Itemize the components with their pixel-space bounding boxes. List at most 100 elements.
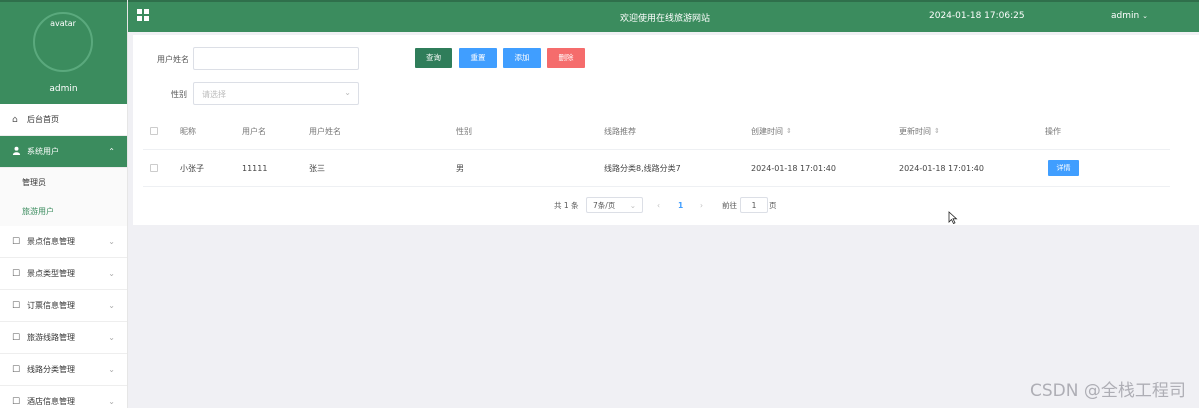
column-header-label: 更新时间 [899,126,931,136]
doc-icon: ☐ [12,236,21,247]
select-all-checkbox[interactable] [150,127,158,135]
sidebar-item-label: 景点类型管理 [27,269,75,278]
cell-fullname: 张三 [309,163,325,173]
sidebar-item-system-users[interactable]: 系统用户 ⌃ [0,136,127,168]
user-dropdown-label: admin [1111,11,1140,21]
gender-filter-label: 性别 [171,90,187,99]
sidebar-item-home[interactable]: ⌂ 后台首页 [0,104,127,136]
chevron-down-icon: ⌄ [108,333,115,342]
sidebar-subitem-travel-users[interactable]: 旅游用户 [0,197,127,226]
column-header-label: 创建时间 [751,126,783,136]
doc-icon: ☐ [12,268,21,279]
column-header-fullname: 用户姓名 [309,126,341,136]
sort-icon[interactable]: ⇕ [786,127,792,135]
sidebar-item-label: 景点信息管理 [27,237,75,246]
avatar[interactable]: avatar [33,12,93,72]
sidebar-item-label: 旅游线路管理 [27,333,75,342]
chevron-down-icon: ⌄ [108,269,115,278]
menu-grid-icon[interactable] [137,9,149,21]
cell-nickname: 小张子 [180,163,204,173]
user-icon [12,146,24,158]
gender-select-placeholder: 请选择 [202,90,226,99]
cell-created: 2024-01-18 17:01:40 [751,163,836,173]
sidebar-subitem-admins[interactable]: 管理员 [0,168,127,197]
page-size-select[interactable]: 7条/页 ⌄ [586,197,643,213]
table-row: 小张子 11111 张三 男 线路分类8,线路分类7 2024-01-18 17… [143,150,1170,187]
sidebar-item-hotel-info[interactable]: ☐ 酒店信息管理 ⌄ [0,386,127,408]
column-header-route: 线路推荐 [604,126,636,136]
cell-updated: 2024-01-18 17:01:40 [899,163,984,173]
sidebar-item-route-category[interactable]: ☐ 线路分类管理 ⌄ [0,354,127,386]
chevron-down-icon: ⌄ [629,200,636,210]
page-unit-label: 页 [769,200,777,210]
column-header-updated[interactable]: 更新时间 ⇕ [899,113,940,149]
doc-icon: ☐ [12,300,21,311]
column-header-created[interactable]: 创建时间 ⇕ [751,113,792,149]
row-select-cell [150,150,158,186]
cell-username: 11111 [242,163,268,173]
chevron-down-icon: ⌄ [344,88,351,97]
row-checkbox[interactable] [150,164,158,172]
avatar-alt-text: avatar [50,19,76,28]
top-bar: 欢迎使用在线旅游网站 2024-01-18 17:06:25 admin ⌄ [128,0,1199,32]
table-header-row: 昵称 用户名 用户姓名 性别 线路推荐 创建时间 ⇕ 更新时间 ⇕ 操作 [143,113,1170,150]
current-datetime: 2024-01-18 17:06:25 [929,11,1025,21]
goto-page-input[interactable]: 1 [740,197,768,213]
column-header-actions: 操作 [1045,126,1061,136]
add-button[interactable]: 添加 [503,48,541,68]
sidebar-item-ticket-info[interactable]: ☐ 订票信息管理 ⌄ [0,290,127,322]
sidebar-header: avatar admin [0,0,127,104]
column-header-username: 用户名 [242,126,266,136]
chevron-down-icon: ⌄ [108,301,115,310]
gender-select[interactable]: 请选择 ⌄ [193,82,359,105]
reset-button[interactable]: 重置 [459,48,497,68]
mouse-cursor-icon [948,211,958,224]
column-header-gender: 性别 [456,126,472,136]
sidebar: avatar admin ⌂ 后台首页 系统用户 ⌃ 管理员 旅游用户 ☐ 景点… [0,0,128,408]
page-number[interactable]: 1 [678,197,683,213]
prev-page-icon[interactable]: ‹ [657,197,660,213]
cell-gender: 男 [456,163,464,173]
sidebar-item-label: 酒店信息管理 [27,397,75,406]
sidebar-subitem-label: 旅游用户 [22,207,54,216]
sidebar-item-travel-routes[interactable]: ☐ 旅游线路管理 ⌄ [0,322,127,354]
sort-icon[interactable]: ⇕ [934,127,940,135]
user-dropdown[interactable]: admin ⌄ [1111,11,1148,21]
cell-route: 线路分类8,线路分类7 [604,163,681,173]
doc-icon: ☐ [12,396,21,407]
chevron-down-icon: ⌄ [108,397,115,406]
home-icon: ⌂ [12,114,18,125]
search-button[interactable]: 查询 [415,48,452,68]
sidebar-item-scenic-info[interactable]: ☐ 景点信息管理 ⌄ [0,226,127,258]
delete-button[interactable]: 删除 [547,48,585,68]
chevron-down-icon: ⌄ [108,365,115,374]
sidebar-item-scenic-type[interactable]: ☐ 景点类型管理 ⌄ [0,258,127,290]
chevron-down-icon: ⌄ [1142,12,1148,20]
site-title: 欢迎使用在线旅游网站 [620,14,711,24]
pagination: 共 1 条 7条/页 ⌄ ‹ 1 › 前往 1 页 [133,197,1199,213]
cell-actions: 详情 [1048,150,1079,186]
doc-icon: ☐ [12,332,21,343]
sidebar-item-label: 系统用户 [27,147,59,156]
column-header-nickname: 昵称 [180,126,196,136]
goto-page-value: 1 [751,200,757,210]
watermark: CSDN @全栈工程司 [1030,381,1186,401]
sidebar-item-label: 线路分类管理 [27,365,75,374]
goto-label: 前往 [722,200,737,210]
doc-icon: ☐ [12,364,21,375]
next-page-icon[interactable]: › [700,197,703,213]
sidebar-item-label: 订票信息管理 [27,301,75,310]
name-filter-label: 用户姓名 [157,55,189,64]
pagination-total: 共 1 条 [554,200,579,210]
page-size-value: 7条/页 [593,200,616,210]
select-all-cell [150,113,158,149]
chevron-up-icon: ⌃ [108,147,115,156]
sidebar-username: admin [49,84,78,94]
main-panel: 用户姓名 性别 请选择 ⌄ 查询 重置 添加 删除 昵称 用户名 用户姓名 性别… [133,35,1199,225]
sidebar-subitem-label: 管理员 [22,178,46,187]
sidebar-item-label: 后台首页 [27,115,59,124]
users-table: 昵称 用户名 用户姓名 性别 线路推荐 创建时间 ⇕ 更新时间 ⇕ 操作 小张子… [143,113,1170,187]
detail-button[interactable]: 详情 [1048,160,1079,176]
chevron-down-icon: ⌄ [108,237,115,246]
name-filter-input[interactable] [193,47,359,70]
